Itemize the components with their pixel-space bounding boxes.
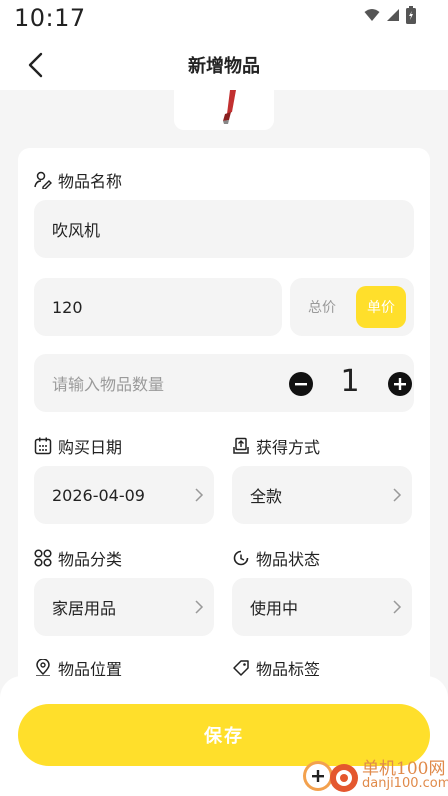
status-select[interactable]: 使用中 xyxy=(232,578,412,636)
status-label: 物品状态 xyxy=(256,550,321,569)
category-label: 物品分类 xyxy=(58,550,123,569)
watermark: 单机100网 danji100.com xyxy=(300,754,448,796)
price-value: 120 xyxy=(52,297,83,317)
location-pin-icon xyxy=(36,659,50,677)
chevron-right-icon xyxy=(393,488,402,502)
status-label-row: 物品状态 xyxy=(232,546,320,570)
total-price-option[interactable]: 总价 xyxy=(308,297,336,317)
edit-user-icon xyxy=(34,171,52,189)
calendar-icon xyxy=(34,437,52,455)
price-type-toggle: 总价 单价 xyxy=(290,278,414,336)
purchase-date-label-row: 购买日期 xyxy=(34,434,122,458)
signal-icon xyxy=(387,9,399,21)
hair-dryer-image xyxy=(223,90,236,124)
chevron-right-icon xyxy=(393,600,402,614)
unit-price-option[interactable]: 单价 xyxy=(356,286,406,328)
quantity-placeholder: 请输入物品数量 xyxy=(52,375,165,394)
status-time: 10:17 xyxy=(14,4,86,32)
form-card: 物品名称 吹风机 120 总价 单价 请输入物品数量 1 购买日期 2026-0… xyxy=(18,148,430,708)
status-bar: 10:17 xyxy=(0,0,448,40)
header: 新增物品 xyxy=(0,40,448,90)
acquire-method-select[interactable]: 全款 xyxy=(232,466,412,524)
acquire-method-label: 获得方式 xyxy=(256,438,321,457)
tag-icon xyxy=(233,660,249,676)
chevron-right-icon xyxy=(195,488,204,502)
name-label-row: 物品名称 xyxy=(34,168,122,192)
plus-icon xyxy=(394,378,406,390)
category-select[interactable]: 家居用品 xyxy=(34,578,214,636)
item-name-value: 吹风机 xyxy=(52,221,101,240)
category-label-row: 物品分类 xyxy=(34,546,122,570)
purchase-date-value: 2026-04-09 xyxy=(52,485,145,505)
category-value: 家居用品 xyxy=(52,599,117,618)
chevron-right-icon xyxy=(195,600,204,614)
quantity-increase-button[interactable] xyxy=(388,372,412,396)
status-icons xyxy=(364,6,416,24)
purchase-date-select[interactable]: 2026-04-09 xyxy=(34,466,214,524)
battery-icon xyxy=(406,6,416,24)
category-grid-icon xyxy=(34,549,52,567)
quantity-decrease-button[interactable] xyxy=(289,372,313,396)
acquire-method-value: 全款 xyxy=(250,487,283,506)
name-label: 物品名称 xyxy=(58,172,123,191)
minus-icon xyxy=(295,383,307,386)
acquire-method-label-row: 获得方式 xyxy=(232,434,320,458)
price-input[interactable]: 120 xyxy=(34,278,282,336)
status-value: 使用中 xyxy=(250,599,299,618)
purchase-date-label: 购买日期 xyxy=(58,438,123,457)
watermark-logo xyxy=(303,761,358,792)
quantity-value: 1 xyxy=(340,364,360,399)
clock-icon xyxy=(233,550,249,566)
watermark-url: danji100.com xyxy=(362,776,448,791)
page-title: 新增物品 xyxy=(188,56,260,77)
wifi-icon xyxy=(364,9,380,21)
upload-box-icon xyxy=(233,437,249,454)
item-name-input[interactable]: 吹风机 xyxy=(34,200,414,258)
item-image[interactable] xyxy=(174,90,274,130)
